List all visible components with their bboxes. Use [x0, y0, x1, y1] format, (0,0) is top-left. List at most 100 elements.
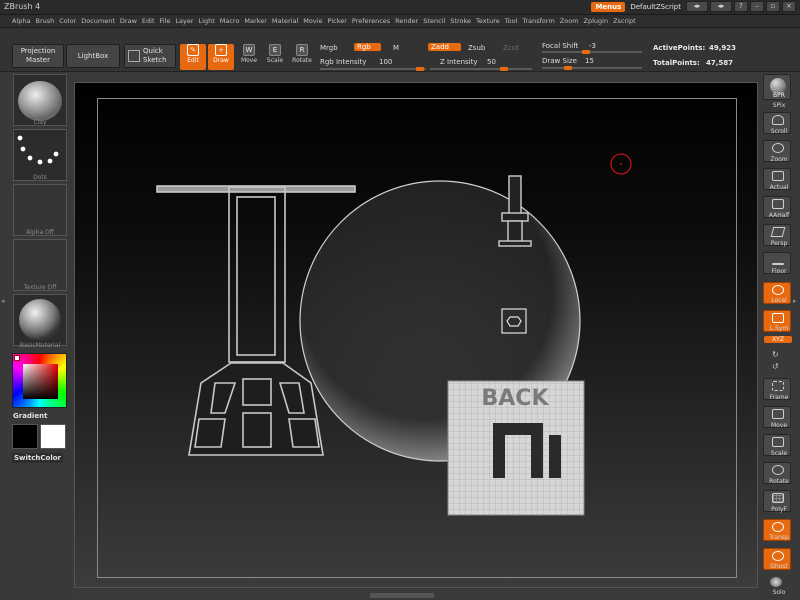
- focal-shift-value[interactable]: -3: [589, 42, 596, 50]
- menu-brush[interactable]: Brush: [35, 15, 59, 27]
- menu-marker[interactable]: Marker: [244, 15, 271, 27]
- menu-draw[interactable]: Draw: [120, 15, 142, 27]
- menu-stroke[interactable]: Stroke: [450, 15, 476, 27]
- menu-preferences[interactable]: Preferences: [352, 15, 395, 27]
- zcut-toggle[interactable]: Zcut: [503, 44, 519, 52]
- right-shelf-collapse-icon[interactable]: ▸: [793, 297, 797, 305]
- menu-macro[interactable]: Macro: [220, 15, 245, 27]
- active-points-label: ActivePoints:: [653, 44, 706, 52]
- bottom-shelf-toggle[interactable]: [370, 593, 434, 598]
- lightbox-label: LightBox: [77, 52, 109, 60]
- total-points-label: TotalPoints:: [653, 59, 700, 67]
- document-canvas[interactable]: BACK: [75, 83, 757, 587]
- zsub-toggle[interactable]: Zsub: [468, 44, 485, 52]
- top-toolbar: Projection Master LightBox Quick Sketch …: [0, 28, 800, 72]
- solo-icon[interactable]: [770, 577, 782, 587]
- menu-alpha[interactable]: Alpha: [12, 15, 35, 27]
- menu-layer[interactable]: Layer: [175, 15, 198, 27]
- bpr-button[interactable]: BPR: [763, 74, 791, 100]
- draw-size-label: Draw Size: [542, 57, 577, 65]
- rotate-button[interactable]: R Rotate: [289, 44, 315, 70]
- bpr-label: BPR: [773, 92, 785, 99]
- draw-size-slider[interactable]: [542, 66, 642, 70]
- hand-icon: [772, 115, 784, 125]
- left-shelf: Clay Dots Alpha Off Texture Off BasicMat…: [0, 72, 72, 600]
- menu-edit[interactable]: Edit: [142, 15, 160, 27]
- scale-button[interactable]: E Scale: [262, 44, 288, 70]
- menu-file[interactable]: File: [160, 15, 176, 27]
- menu-movie[interactable]: Movie: [303, 15, 327, 27]
- material-thumbnail[interactable]: [13, 294, 67, 346]
- maximize-icon[interactable]: ▫: [766, 1, 780, 12]
- rgb-intensity-value[interactable]: 100: [379, 58, 392, 66]
- menu-stencil[interactable]: Stencil: [423, 15, 450, 27]
- minimize-icon[interactable]: –: [750, 1, 764, 12]
- clay-brush-icon: [18, 81, 62, 121]
- stroke-label: Dots: [33, 174, 47, 181]
- main-color-swatch[interactable]: [12, 424, 38, 449]
- aahalf-label: AAHalf: [768, 212, 790, 219]
- polyframe-grid-icon: [772, 493, 784, 503]
- menus-button[interactable]: Menus: [591, 1, 626, 12]
- zoom-label: Zoom: [770, 156, 788, 163]
- menu-document[interactable]: Document: [81, 15, 120, 27]
- transp-label: Transp: [769, 534, 789, 541]
- help-icon[interactable]: ?: [734, 1, 748, 12]
- scroll-label: Scroll: [770, 128, 788, 135]
- ghost-label: Ghost: [770, 563, 788, 570]
- menu-render[interactable]: Render: [395, 15, 423, 27]
- menu-color[interactable]: Color: [59, 15, 81, 27]
- m-toggle[interactable]: M: [393, 44, 399, 52]
- rotate-y-icon[interactable]: ↻: [772, 350, 779, 359]
- zadd-toggle[interactable]: Zadd: [428, 43, 461, 51]
- xyz-toggle[interactable]: XYZ: [764, 336, 792, 343]
- title-bar-controls: Menus DefaultZScript ◂▸ ◂▸ ? – ▫ ×: [591, 1, 796, 12]
- menu-zplugin[interactable]: Zplugin: [584, 15, 614, 27]
- projection-master-button[interactable]: Projection Master: [12, 44, 64, 68]
- menu-material[interactable]: Material: [272, 15, 303, 27]
- rgb-toggle[interactable]: Rgb: [354, 43, 381, 51]
- edit-button[interactable]: ✎ Edit: [180, 44, 206, 70]
- rgb-intensity-slider[interactable]: [320, 67, 426, 71]
- gradient-label[interactable]: Gradient: [13, 412, 47, 420]
- menu-transform[interactable]: Transform: [522, 15, 559, 27]
- menu-zscript[interactable]: Zscript: [613, 15, 641, 27]
- move-icon: W: [243, 44, 255, 56]
- left-shelf-collapse-icon[interactable]: ◂: [1, 297, 5, 305]
- z-intensity-value[interactable]: 50: [487, 58, 496, 66]
- switch-color-button[interactable]: SwitchColor: [12, 453, 63, 463]
- app-title: ZBrush 4: [4, 2, 41, 11]
- layout-prev-icon[interactable]: ◂▸: [686, 1, 708, 12]
- color-picker[interactable]: [12, 353, 67, 408]
- close-icon[interactable]: ×: [782, 1, 796, 12]
- secondary-color-swatch[interactable]: [40, 424, 66, 449]
- scene-svg[interactable]: BACK: [75, 83, 757, 587]
- mrgb-toggle[interactable]: Mrgb: [320, 44, 338, 52]
- back-reference-image: BACK: [447, 380, 585, 516]
- right-shelf: BPR SPix Scroll Zoom Actual AAHalf Persp…: [758, 72, 800, 600]
- color-picker-square[interactable]: [23, 364, 58, 399]
- spix-label[interactable]: SPix: [758, 102, 800, 109]
- menu-zoom[interactable]: Zoom: [560, 15, 584, 27]
- focal-shift-slider[interactable]: [542, 50, 642, 54]
- menu-texture[interactable]: Texture: [476, 15, 505, 27]
- move-button[interactable]: W Move: [236, 44, 262, 70]
- rotate-view-icon: [772, 465, 784, 475]
- rgb-intensity-label: Rgb Intensity: [320, 58, 367, 66]
- canvas-viewport[interactable]: BACK: [74, 82, 758, 588]
- menu-picker[interactable]: Picker: [328, 15, 352, 27]
- quick-sketch-button[interactable]: Quick Sketch: [124, 44, 176, 68]
- script-name[interactable]: DefaultZScript: [627, 3, 684, 11]
- polyf-label: PolyF: [771, 506, 787, 513]
- draw-button[interactable]: + Draw: [208, 44, 234, 70]
- draw-size-value[interactable]: 15: [585, 57, 594, 65]
- menu-light[interactable]: Light: [199, 15, 220, 27]
- rotate-z-icon[interactable]: ↺: [772, 362, 779, 371]
- lightbox-button[interactable]: LightBox: [66, 44, 120, 68]
- material-label: BasicMaterial: [19, 342, 61, 349]
- z-intensity-slider[interactable]: [430, 67, 532, 71]
- layout-next-icon[interactable]: ◂▸: [710, 1, 732, 12]
- texture-label: Texture Off: [23, 284, 57, 291]
- projection-master-label: Projection Master: [20, 47, 56, 64]
- menu-tool[interactable]: Tool: [505, 15, 523, 27]
